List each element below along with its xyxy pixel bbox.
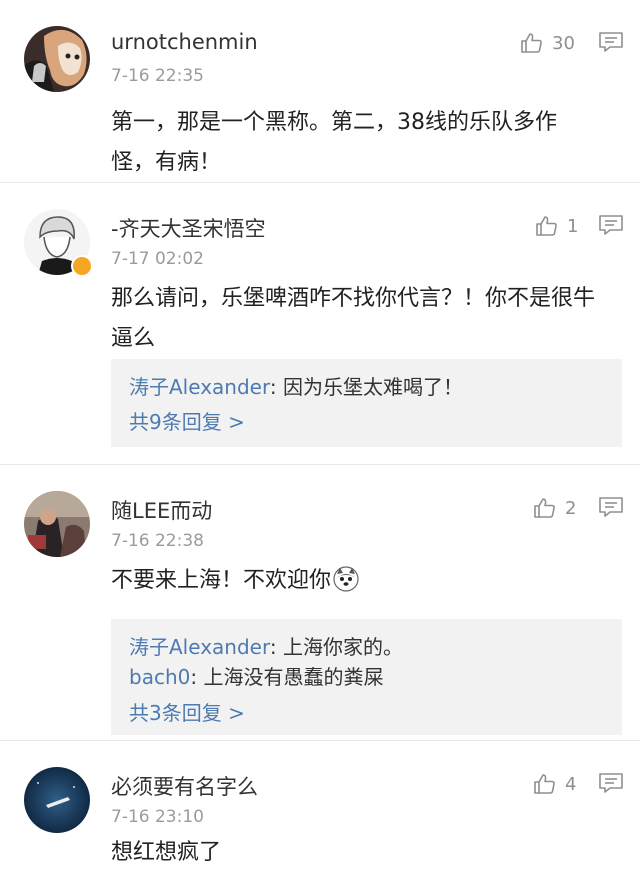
comment-bubble-icon — [599, 215, 623, 235]
avatar[interactable] — [24, 491, 90, 557]
like-button[interactable]: 1 — [535, 213, 578, 239]
comment-bubble-icon — [599, 32, 623, 52]
username[interactable]: 必须要有名字么 — [111, 771, 258, 801]
username[interactable]: -齐天大圣宋悟空 — [111, 213, 266, 243]
reply-username[interactable]: bach0 — [129, 665, 190, 689]
avatar[interactable] — [24, 26, 90, 92]
comment-body: 那么请问，乐堡啤酒咋不找你代言？！你不是很牛 逼么 — [111, 279, 601, 359]
comment-feed: urnotchenmin 7-16 22:35 30 第一，那是一个黑称。第二，… — [0, 0, 640, 876]
thumbs-up-icon — [536, 216, 557, 236]
comment-item: 必须要有名字么 7-16 23:10 4 想红想疯了 — [0, 740, 640, 876]
reply-preview[interactable]: 涛子Alexander: 上海你家的。 bach0: 上海没有愚蠢的粪屎 共3条… — [111, 619, 622, 735]
reply-button[interactable] — [598, 771, 624, 799]
reply-button[interactable] — [598, 30, 624, 58]
comment-text-line: 不要来上海！不欢迎你 — [111, 561, 601, 601]
comment-bubble-icon — [599, 773, 623, 793]
thumbs-up-icon — [534, 498, 555, 518]
reply-text: : 上海没有愚蠢的粪屎 — [190, 665, 384, 689]
comment-body: 想红想疯了 — [111, 833, 601, 873]
like-count: 1 — [567, 215, 579, 237]
timestamp: 7-17 02:02 — [111, 249, 204, 269]
thumbs-up-icon — [521, 33, 542, 53]
username[interactable]: 随LEE而动 — [111, 495, 212, 525]
like-count: 4 — [565, 773, 577, 795]
thumbs-up-icon — [534, 774, 555, 794]
reply-button[interactable] — [598, 495, 624, 523]
view-all-replies-link[interactable]: 共3条回复 > — [129, 697, 245, 726]
reply-preview[interactable]: 涛子Alexander: 因为乐堡太难喝了！ 共9条回复 > — [111, 359, 622, 447]
reply-button[interactable] — [598, 213, 624, 241]
timestamp: 7-16 22:35 — [111, 66, 204, 86]
verified-badge-icon — [71, 255, 93, 277]
comment-item: urnotchenmin 7-16 22:35 30 第一，那是一个黑称。第二，… — [0, 0, 640, 182]
reply-item: 涛子Alexander: 上海你家的。 — [129, 631, 403, 660]
like-button[interactable]: 4 — [533, 771, 576, 797]
reply-username[interactable]: 涛子Alexander — [129, 375, 270, 399]
comment-body: 第一，那是一个黑称。第二，38线的乐队多作 怪，有病！ — [111, 103, 601, 183]
like-count: 30 — [552, 32, 575, 54]
husky-emoji-icon — [333, 566, 359, 592]
timestamp: 7-16 22:38 — [111, 531, 204, 551]
like-button[interactable]: 30 — [520, 30, 575, 56]
like-count: 2 — [565, 497, 577, 519]
view-all-replies-link[interactable]: 共9条回复 > — [129, 406, 245, 435]
reply-username[interactable]: 涛子Alexander — [129, 635, 270, 659]
avatar[interactable] — [24, 767, 90, 833]
comment-item: -齐天大圣宋悟空 7-17 02:02 1 那么请问，乐堡啤酒咋不找你代言？！你… — [0, 182, 640, 465]
like-button[interactable]: 2 — [533, 495, 576, 521]
reply-text: : 上海你家的。 — [269, 635, 403, 659]
comment-text-line: 那么请问，乐堡啤酒咋不找你代言？！你不是很牛 — [111, 286, 596, 311]
comment-text-line: 怪，有病！ — [111, 150, 222, 175]
reply-item: bach0: 上海没有愚蠢的粪屎 — [129, 661, 383, 690]
comment-item: 随LEE而动 7-16 22:38 2 不要来上海！不欢迎你 涛子Alexand… — [0, 464, 640, 741]
reply-item: 涛子Alexander: 因为乐堡太难喝了！ — [129, 371, 463, 400]
comment-text-line: 第一，那是一个黑称。第二，38线的乐队多作 — [111, 110, 557, 135]
comment-bubble-icon — [599, 497, 623, 517]
comment-text-line: 逼么 — [111, 326, 156, 351]
timestamp: 7-16 23:10 — [111, 807, 204, 827]
comment-text-line: 想红想疯了 — [111, 840, 222, 865]
reply-text: : 因为乐堡太难喝了！ — [269, 375, 463, 399]
comment-body: 不要来上海！不欢迎你 — [111, 561, 601, 601]
username[interactable]: urnotchenmin — [111, 30, 258, 54]
